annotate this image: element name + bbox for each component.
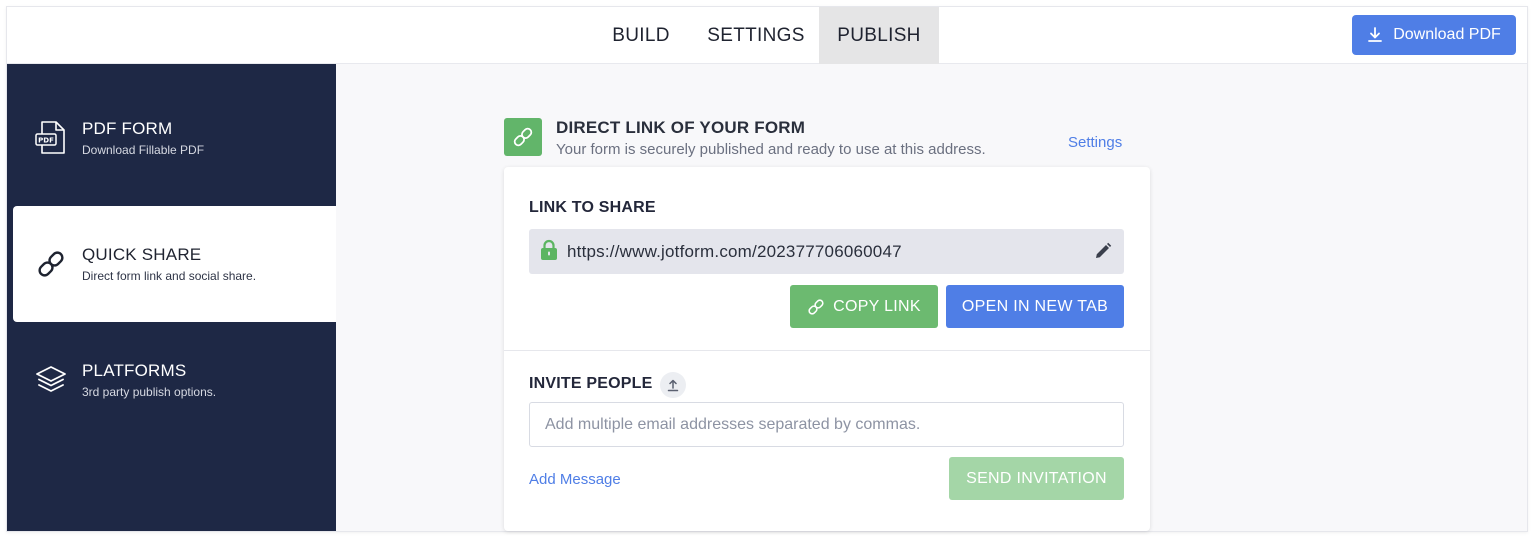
sidebar-item-title: PDF FORM	[82, 119, 173, 138]
app-frame: BUILD SETTINGS PUBLISH Download PDF PDF	[6, 6, 1528, 532]
direct-link-subtitle: Your form is securely published and read…	[556, 141, 986, 158]
link-icon	[513, 127, 533, 147]
sidebar-item-subtitle: 3rd party publish options.	[82, 385, 217, 399]
copy-link-button[interactable]: COPY LINK	[790, 285, 938, 328]
share-card: LINK TO SHARE https://www.jotform.com/20…	[504, 167, 1150, 531]
link-icon	[33, 246, 69, 282]
form-url-text: https://www.jotform.com/202377706060047	[567, 241, 902, 261]
direct-link-title: DIRECT LINK OF YOUR FORM	[556, 118, 806, 137]
download-icon	[1368, 27, 1383, 42]
sidebar-item-subtitle: Download Fillable PDF	[82, 143, 205, 157]
tab-settings[interactable]: SETTINGS	[695, 7, 817, 64]
top-nav-bar: BUILD SETTINGS PUBLISH Download PDF	[7, 7, 1527, 64]
tab-publish[interactable]: PUBLISH	[819, 7, 939, 64]
sidebar-item-title: PLATFORMS	[82, 361, 187, 380]
layers-icon	[33, 362, 69, 398]
settings-link[interactable]: Settings	[1068, 134, 1122, 151]
invite-people-label: INVITE PEOPLE	[529, 375, 653, 392]
sidebar-item-title: QUICK SHARE	[82, 245, 202, 264]
svg-text:PDF: PDF	[38, 137, 54, 145]
direct-link-badge	[504, 118, 542, 156]
invite-email-input[interactable]	[529, 402, 1124, 447]
sidebar-item-quick-share[interactable]: QUICK SHARE Direct form link and social …	[13, 206, 336, 322]
upload-icon[interactable]	[660, 372, 686, 398]
add-message-link[interactable]: Add Message	[529, 471, 621, 488]
sidebar-item-subtitle: Direct form link and social share.	[82, 269, 257, 283]
pdf-file-icon: PDF	[33, 120, 69, 156]
sidebar-item-pdf-form[interactable]: PDF PDF FORM Download Fillable PDF	[7, 80, 336, 196]
sidebar-item-platforms[interactable]: PLATFORMS 3rd party publish options.	[7, 322, 336, 438]
download-pdf-button[interactable]: Download PDF	[1352, 15, 1516, 55]
tab-build[interactable]: BUILD	[599, 7, 683, 64]
form-url-field[interactable]: https://www.jotform.com/202377706060047	[529, 229, 1124, 274]
card-divider	[504, 350, 1150, 351]
open-in-new-tab-button[interactable]: OPEN IN NEW TAB	[946, 285, 1124, 328]
download-pdf-label: Download PDF	[1393, 26, 1501, 43]
link-to-share-label: LINK TO SHARE	[529, 199, 656, 216]
lock-icon	[541, 239, 557, 260]
link-icon	[808, 298, 824, 315]
publish-sidebar: PDF PDF FORM Download Fillable PDF QUICK…	[7, 64, 336, 531]
copy-link-label: COPY LINK	[833, 297, 921, 315]
send-invitation-button[interactable]: SEND INVITATION	[949, 457, 1124, 500]
pencil-icon[interactable]	[1094, 242, 1112, 260]
